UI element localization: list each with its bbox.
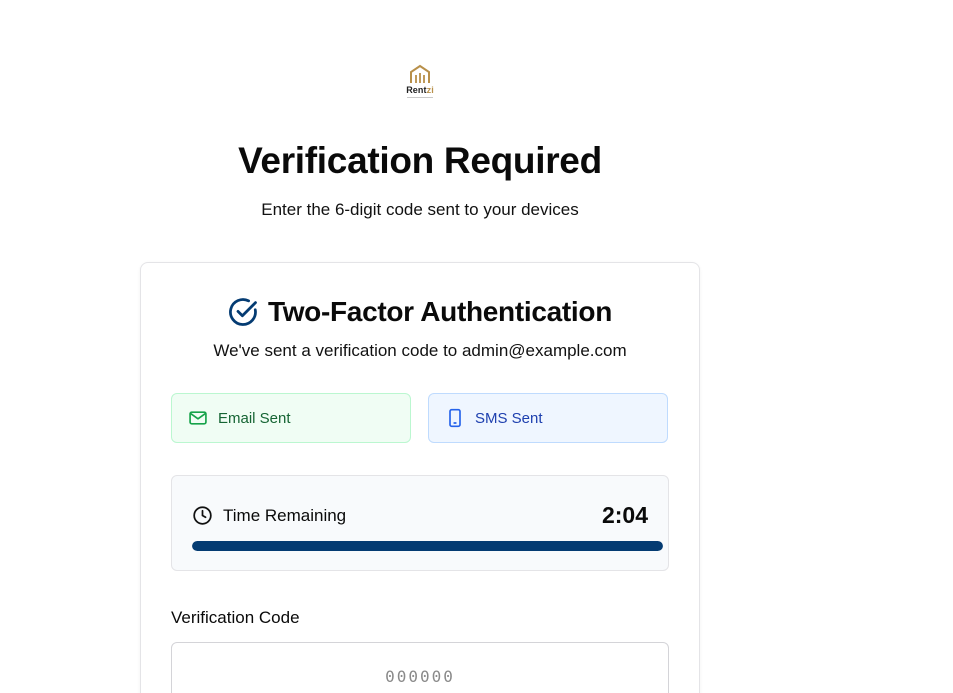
check-circle-icon [229,298,257,326]
timer-value: 2:04 [601,502,648,528]
timer-row: Time Remaining 2:04 [192,502,648,529]
house-logo-icon [410,64,430,83]
sms-sent-status: SMS Sent [428,393,668,443]
card-header: Two-Factor Authentication [141,296,699,328]
timer-progress-bar [192,541,663,551]
page-title: Verification Required [238,140,602,181]
page-subtitle: Enter the 6-digit code sent to your devi… [261,200,579,219]
smartphone-icon [449,408,461,428]
time-remaining-panel: Time Remaining 2:04 [171,475,669,571]
card-description: We've sent a verification code to admin@… [213,341,627,360]
timer-progress-fill [192,541,663,551]
timer-label: Time Remaining [223,505,347,525]
brand-logo: Rentzi [400,64,440,100]
verification-code-label: Verification Code [171,608,300,627]
email-sent-status: Email Sent [171,393,411,443]
brand-tagline-line [407,97,433,98]
two-factor-card: Two-Factor Authentication We've sent a v… [140,262,700,693]
timer-label-group: Time Remaining [192,505,346,526]
email-sent-label: Email Sent [218,409,291,427]
clock-icon [193,506,212,525]
verification-code-input[interactable] [171,642,669,693]
sms-sent-label: SMS Sent [475,409,543,427]
brand-name: Rentzi [406,85,434,95]
verification-page: Rentzi Verification Required Enter the 6… [0,0,953,693]
card-title: Two-Factor Authentication [267,296,613,327]
mail-icon [189,411,207,425]
